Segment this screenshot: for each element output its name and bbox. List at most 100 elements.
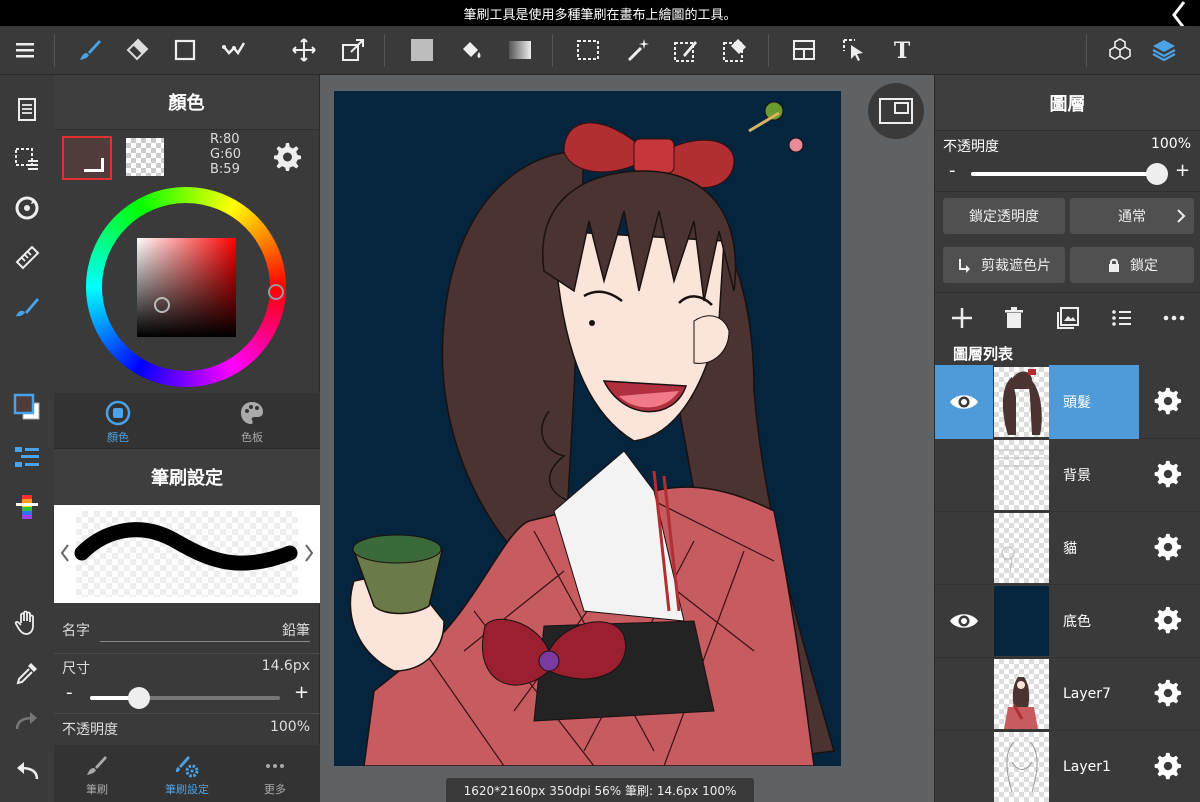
size-minus-button[interactable]: - — [66, 682, 73, 703]
lock-alpha-button[interactable]: 鎖定透明度 — [943, 198, 1065, 234]
brush-name-row[interactable]: 名字 鉛筆 — [54, 604, 320, 654]
layer-settings-gear-icon[interactable] — [1153, 460, 1183, 490]
fill-color-icon[interactable] — [406, 34, 438, 66]
layer-thumbnail — [994, 367, 1049, 437]
app-window: 筆刷工具是使用多種筆刷在畫布上繪圖的工具。 T 顏色 R:80 G:60 B:5… — [0, 0, 1200, 802]
trash-icon[interactable] — [1001, 305, 1027, 331]
clipping-mask-button[interactable]: 剪裁遮色片 — [943, 247, 1065, 283]
artwork-canvas[interactable] — [334, 91, 841, 766]
transform-icon[interactable] — [337, 34, 369, 66]
brush-size-knob[interactable] — [128, 687, 151, 709]
color-swatch-icon[interactable] — [11, 391, 43, 423]
artwork-illustration — [349, 101, 835, 766]
navigator-button[interactable] — [868, 83, 924, 139]
text-icon[interactable]: T — [886, 34, 918, 66]
duplicate-layer-icon[interactable] — [1055, 305, 1081, 331]
select-pen-icon[interactable] — [670, 34, 702, 66]
tab-palette-label: 色板 — [241, 431, 263, 444]
eye-icon[interactable] — [935, 365, 993, 439]
back-chevron-icon[interactable] — [1170, 0, 1194, 29]
layer-row[interactable]: 底色 — [935, 584, 1200, 658]
color-tab-icon — [105, 400, 131, 426]
eye-hidden-toggle[interactable] — [935, 657, 993, 731]
toolbar-divider — [54, 34, 55, 67]
layers-icon[interactable] — [1148, 34, 1180, 66]
sv-picker-knob[interactable] — [154, 297, 170, 313]
stabilizer-brush-icon[interactable] — [11, 290, 43, 322]
eye-hidden-toggle[interactable] — [935, 438, 993, 512]
layer-settings-gear-icon[interactable] — [1153, 679, 1183, 709]
pages-icon[interactable] — [11, 93, 43, 125]
canvas-area[interactable]: 1620*2160px 350dpi 56% 筆刷: 14.6px 100% — [320, 75, 934, 802]
tab-palette[interactable]: 色板 — [222, 399, 282, 445]
layer-list-icon[interactable] — [11, 441, 43, 473]
gradient-icon[interactable] — [504, 34, 536, 66]
tab-brush[interactable]: 筆刷 — [62, 753, 132, 797]
layer-settings-gear-icon[interactable] — [1153, 752, 1183, 782]
rainbow-palette-icon[interactable] — [11, 491, 43, 523]
saturation-value-square[interactable] — [137, 238, 236, 337]
primary-color-swatch[interactable] — [62, 136, 112, 180]
add-layer-icon[interactable] — [949, 305, 975, 331]
lock-layer-button[interactable]: 鎖定 — [1070, 247, 1194, 283]
size-plus-button[interactable]: + — [294, 682, 309, 703]
lock-layer-label: 鎖定 — [1130, 258, 1158, 274]
frame-icon[interactable] — [788, 34, 820, 66]
eraser-icon[interactable] — [121, 34, 153, 66]
brush-tab-icon — [87, 756, 107, 775]
select-rect-icon[interactable] — [572, 34, 604, 66]
color-tabs: 顏色 色板 — [54, 393, 320, 449]
rotate-icon[interactable] — [11, 192, 43, 224]
hand-icon[interactable] — [11, 607, 43, 639]
layer-thumbnail — [994, 586, 1049, 656]
eye-hidden-toggle[interactable] — [935, 730, 993, 802]
eye-hidden-toggle[interactable] — [935, 511, 993, 585]
blend-mode-button[interactable]: 通常 — [1070, 198, 1194, 234]
select-layer-icon[interactable] — [11, 143, 43, 175]
brush-icon[interactable] — [74, 34, 106, 66]
magic-wand-icon[interactable] — [622, 34, 654, 66]
svg-text:T: T — [894, 38, 911, 63]
layer-row[interactable]: 貓 — [935, 511, 1200, 585]
layer-opacity-plus[interactable]: + — [1175, 160, 1190, 181]
layer-settings-gear-icon[interactable] — [1153, 387, 1183, 417]
layer-list-view-icon[interactable] — [1109, 305, 1135, 331]
brush-settings-tab-icon — [176, 756, 199, 778]
layer-row[interactable]: 背景 — [935, 438, 1200, 512]
clipping-mask-label: 剪裁遮色片 — [981, 258, 1051, 274]
move-icon[interactable] — [288, 34, 320, 66]
layer-row[interactable]: 頭髮 — [935, 365, 1200, 439]
menu-icon[interactable] — [9, 34, 41, 66]
tab-brush-settings-label: 筆刷設定 — [165, 783, 209, 796]
eye-icon[interactable] — [935, 584, 993, 658]
layer-opacity-label: 不透明度 — [943, 139, 999, 155]
layer-settings-gear-icon[interactable] — [1153, 606, 1183, 636]
tooltip-bar: 筆刷工具是使用多種筆刷在畫布上繪圖的工具。 — [0, 0, 1200, 29]
tab-color[interactable]: 顏色 — [88, 399, 148, 445]
bucket-icon[interactable] — [455, 34, 487, 66]
pen-correction-icon[interactable] — [218, 34, 250, 66]
tab-brush-settings[interactable]: 筆刷設定 — [152, 753, 222, 797]
layer-opacity-minus[interactable]: - — [949, 160, 956, 181]
hue-picker-knob[interactable] — [268, 284, 284, 300]
more-options-icon[interactable] — [1161, 305, 1187, 331]
layer-settings-gear-icon[interactable] — [1153, 533, 1183, 563]
redo-icon[interactable] — [11, 705, 43, 737]
color-settings-gear-icon[interactable] — [272, 141, 304, 173]
undo-icon[interactable] — [11, 755, 43, 787]
brush-size-slider[interactable] — [90, 687, 280, 709]
eyedropper-icon[interactable] — [11, 657, 43, 689]
select-eraser-icon[interactable] — [719, 34, 751, 66]
secondary-color-swatch[interactable] — [126, 138, 164, 176]
tab-more[interactable]: 更多 — [240, 753, 310, 797]
layer-row[interactable]: Layer1 — [935, 730, 1200, 802]
layer-opacity-slider[interactable] — [971, 163, 1168, 185]
layer-row[interactable]: Layer7 — [935, 657, 1200, 731]
material-icon[interactable] — [1104, 34, 1136, 66]
operation-icon[interactable] — [838, 34, 870, 66]
palette-icon — [241, 402, 263, 424]
layer-opacity-knob[interactable] — [1146, 163, 1168, 185]
lock-icon — [1109, 258, 1119, 272]
ruler-icon[interactable] — [11, 241, 43, 273]
rect-shape-icon[interactable] — [169, 34, 201, 66]
